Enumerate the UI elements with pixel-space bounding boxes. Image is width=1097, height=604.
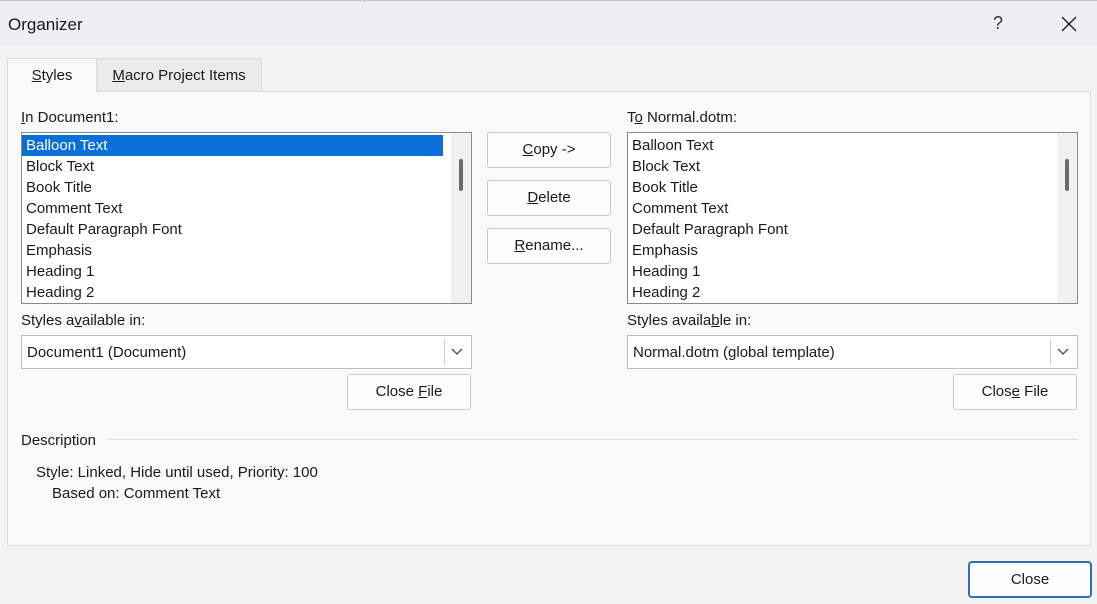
chevron-down-icon[interactable]	[1050, 339, 1074, 365]
description-heading: Description	[21, 432, 97, 449]
right-close-file-button[interactable]: Close File	[953, 374, 1077, 410]
right-available-pre: Styles availa	[627, 312, 712, 329]
tab-macro-project-items[interactable]: Macro Project Items	[97, 58, 262, 92]
left-available-pre: Styles a	[21, 312, 75, 329]
close-button[interactable]: Close	[968, 561, 1092, 598]
to-normal-label: To Normal.dotm:	[627, 109, 737, 126]
right-available-accel: b	[711, 312, 720, 329]
scrollbar-thumb[interactable]	[459, 159, 463, 191]
list-item[interactable]: Book Title	[628, 177, 1049, 198]
right-available-post: le in:	[719, 312, 752, 329]
to-normal-label-accel: o	[634, 109, 643, 126]
right-close-file-pre: Clos	[981, 383, 1012, 400]
window-title: Organizer	[8, 15, 83, 34]
list-item[interactable]: Comment Text	[22, 198, 443, 219]
left-select-value: Document1 (Document)	[27, 344, 187, 361]
list-item[interactable]: Block Text	[628, 156, 1049, 177]
list-item[interactable]: Comment Text	[628, 198, 1049, 219]
left-available-accel: v	[74, 312, 82, 329]
close-icon[interactable]	[1056, 11, 1082, 37]
left-available-post: ailable in:	[81, 312, 146, 329]
rename-accel: R	[514, 237, 526, 254]
list-item[interactable]: Balloon Text	[628, 135, 1049, 156]
rename-button[interactable]: Rename...	[487, 228, 611, 264]
copy-button[interactable]: Copy ->	[487, 132, 611, 168]
to-normal-label-post: Normal.dotm:	[642, 109, 738, 126]
left-styles-list[interactable]: Balloon Text Block Text Book Title Comme…	[21, 132, 472, 304]
left-available-label: Styles available in:	[21, 312, 145, 329]
description-line1: Style: Linked, Hide until used, Priority…	[36, 464, 318, 481]
copy-accel: C	[522, 141, 534, 158]
list-item[interactable]: Emphasis	[22, 240, 443, 261]
delete-label: elete	[538, 189, 571, 206]
list-item[interactable]: Book Title	[22, 177, 443, 198]
list-item[interactable]: Emphasis	[628, 240, 1049, 261]
tab-macro-accel: M	[112, 67, 125, 84]
tab-styles[interactable]: Styles	[7, 58, 97, 92]
to-normal-label-pre: T	[627, 109, 635, 126]
list-item[interactable]: Block Text	[22, 156, 443, 177]
list-item[interactable]: Heading 2	[22, 282, 443, 303]
delete-button[interactable]: Delete	[487, 180, 611, 216]
in-document-label: In Document1:	[21, 109, 119, 126]
left-list-scrollbar[interactable]	[451, 133, 471, 303]
tab-macro-label: acro Project Items	[124, 67, 246, 84]
right-styles-list[interactable]: Balloon Text Block Text Book Title Comme…	[627, 132, 1078, 304]
left-close-file-accel: F	[418, 383, 428, 400]
tab-styles-accel: S	[31, 67, 42, 84]
right-available-select[interactable]: Normal.dotm (global template)	[627, 335, 1078, 369]
help-button[interactable]: ?	[988, 13, 1008, 35]
right-close-file-post: File	[1020, 383, 1049, 400]
chevron-down-icon[interactable]	[444, 339, 468, 365]
description-divider	[107, 439, 1078, 440]
right-list-scrollbar[interactable]	[1057, 133, 1077, 303]
left-close-file-post: ile	[427, 383, 443, 400]
list-item[interactable]: Balloon Text	[22, 135, 443, 156]
left-available-select[interactable]: Document1 (Document)	[21, 335, 472, 369]
left-close-file-button[interactable]: Close File	[347, 374, 471, 410]
divider	[364, 0, 365, 3]
scrollbar-thumb[interactable]	[1065, 159, 1069, 191]
list-item[interactable]: Heading 2	[628, 282, 1049, 303]
tab-styles-label: tyles	[41, 67, 73, 84]
right-available-label: Styles available in:	[627, 312, 751, 329]
list-item[interactable]: Default Paragraph Font	[22, 219, 443, 240]
description-line2: Based on: Comment Text	[52, 485, 221, 502]
in-document-label-text: n Document1:	[25, 109, 119, 126]
left-close-file-pre: Close	[375, 383, 419, 400]
rename-label: ename...	[525, 237, 584, 254]
list-item[interactable]: Heading 1	[22, 261, 443, 282]
list-item[interactable]: Default Paragraph Font	[628, 219, 1049, 240]
right-close-file-accel: e	[1011, 383, 1020, 400]
list-item[interactable]: Heading 1	[628, 261, 1049, 282]
title-bar: Organizer ?	[0, 0, 1097, 46]
delete-accel: D	[527, 189, 539, 206]
copy-label: opy ->	[533, 141, 576, 158]
right-select-value: Normal.dotm (global template)	[633, 344, 835, 361]
